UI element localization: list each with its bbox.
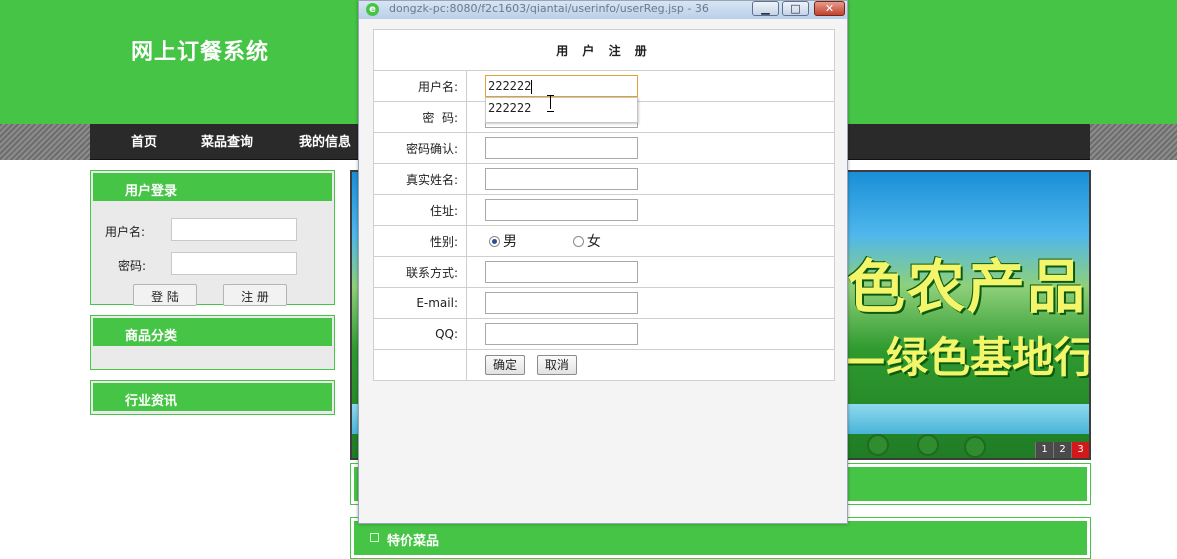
close-button[interactable]: ✕: [814, 1, 845, 16]
special-dishes-bar-inner: 特价菜品: [354, 521, 1087, 555]
nav-item-home[interactable]: 首页: [131, 131, 157, 150]
autocomplete-suggestion[interactable]: 222222: [488, 101, 531, 115]
nav-item-menu-search[interactable]: 菜品查询: [201, 131, 253, 150]
ibeam-cursor-icon: [547, 95, 555, 112]
address-input[interactable]: [485, 199, 638, 221]
news-box-header: 行业资讯: [93, 383, 332, 411]
browser-e-icon: e: [366, 3, 379, 16]
news-box: 行业资讯: [90, 380, 335, 415]
banner-page-3[interactable]: 3: [1071, 442, 1089, 458]
contact-input[interactable]: [485, 261, 638, 283]
cancel-button[interactable]: 取消: [536, 355, 577, 375]
category-box-title: 商品分类: [125, 329, 178, 344]
email-label: E-mail:: [373, 287, 467, 319]
register-button[interactable]: 注 册: [223, 284, 287, 306]
username-label: 用户名:: [373, 70, 467, 102]
login-username-label: 用户名:: [105, 225, 146, 239]
address-label: 住址:: [373, 194, 467, 226]
minimize-button[interactable]: ▁: [752, 1, 779, 16]
login-box: 用户登录 用户名: 密码: 登 陆 注 册: [90, 170, 335, 306]
login-password-input[interactable]: [171, 252, 297, 275]
gender-male-radio[interactable]: [489, 235, 500, 247]
square-bullet-icon: [370, 533, 379, 542]
qq-label: QQ:: [373, 318, 467, 350]
gender-female-radio[interactable]: [572, 235, 584, 247]
banner-slogan-line2: —绿色基地行: [844, 333, 1091, 382]
button-row-spacer: [373, 349, 467, 381]
login-box-title: 用户登录: [125, 184, 178, 199]
register-popup-window: e dongzk-pc:8080/f2c1603/qiantai/userinf…: [358, 0, 848, 524]
password-confirm-label: 密码确认:: [373, 132, 467, 164]
login-username-input[interactable]: [171, 218, 297, 241]
site-title: 网上订餐系统: [131, 39, 270, 65]
nav-item-my-info[interactable]: 我的信息: [299, 131, 351, 150]
contact-label: 联系方式:: [373, 256, 467, 288]
banner-slogan-line1: 色农产品: [847, 253, 1088, 321]
category-box-header: 商品分类: [93, 318, 332, 346]
gender-female-label: 女: [586, 234, 601, 250]
email-input[interactable]: [485, 292, 638, 314]
gender-male-label: 男: [503, 234, 517, 250]
bush-decoration: [917, 434, 939, 456]
password-confirm-input[interactable]: [485, 137, 638, 159]
login-password-label: 密码:: [118, 259, 147, 273]
banner-page-2[interactable]: 2: [1053, 442, 1071, 458]
login-box-header: 用户登录: [93, 173, 332, 201]
qq-input[interactable]: [485, 323, 638, 345]
special-dishes-title: 特价菜品: [387, 534, 440, 549]
register-form-table: 用 户 注 册 用户名: 222222 密 码: 密码确认: 真实姓名: 住址:…: [373, 29, 835, 381]
banner-pager: 1 2 3: [1035, 442, 1089, 458]
maximize-button[interactable]: □: [782, 1, 809, 16]
username-value: 222222: [488, 79, 532, 93]
popup-titlebar[interactable]: e dongzk-pc:8080/f2c1603/qiantai/userinf…: [359, 1, 847, 19]
realname-input[interactable]: [485, 168, 638, 190]
news-box-title: 行业资讯: [125, 394, 178, 409]
confirm-button[interactable]: 确定: [485, 355, 525, 375]
bush-decoration: [867, 434, 889, 456]
autocomplete-dropdown: 222222: [485, 97, 638, 123]
password-label: 密 码:: [373, 101, 467, 133]
gender-label: 性别:: [373, 225, 467, 257]
banner-page-1[interactable]: 1: [1035, 442, 1053, 458]
realname-label: 真实姓名:: [373, 163, 467, 195]
login-button[interactable]: 登 陆: [133, 284, 197, 306]
popup-title: dongzk-pc:8080/f2c1603/qiantai/userinfo/…: [389, 2, 709, 15]
form-heading: 用 户 注 册: [373, 29, 835, 71]
category-box: 商品分类: [90, 315, 335, 370]
bush-decoration: [964, 436, 986, 458]
username-input[interactable]: 222222: [485, 75, 638, 97]
text-caret: [531, 79, 533, 94]
